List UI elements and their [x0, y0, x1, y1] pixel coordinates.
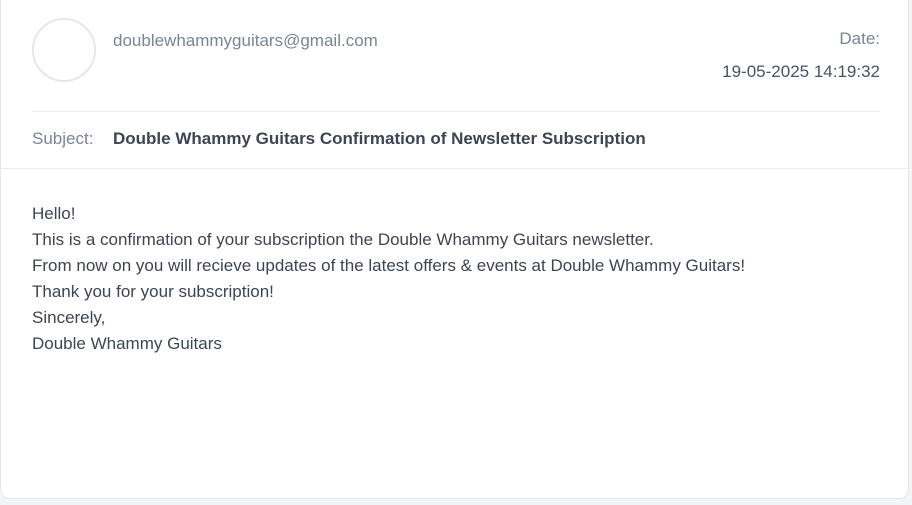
email-body: Hello! This is a confirmation of your su… — [32, 201, 880, 357]
body-line: This is a confirmation of your subscript… — [32, 230, 654, 249]
body-line: Double Whammy Guitars — [32, 334, 222, 353]
subject-label: Subject: — [32, 129, 94, 148]
sender-email[interactable]: doublewhammyguitars@gmail.com — [113, 31, 378, 51]
header-divider — [1, 168, 909, 169]
subject-row: Subject: Double Whammy Guitars Confirmat… — [32, 112, 880, 168]
date-label: Date: — [839, 29, 880, 48]
email-header: doublewhammyguitars@gmail.com Date: 19-0… — [32, 0, 880, 112]
email-view: doublewhammyguitars@gmail.com Date: 19-0… — [0, 0, 909, 499]
body-line: Hello! — [32, 204, 76, 223]
body-line: From now on you will recieve updates of … — [32, 256, 746, 275]
sender-avatar — [32, 18, 96, 82]
subject-text: Double Whammy Guitars Confirmation of Ne… — [113, 129, 646, 148]
date-value: 19-05-2025 14:19:32 — [722, 62, 880, 81]
body-line: Thank you for your subscription! — [32, 282, 274, 301]
body-line: Sincerely, — [32, 308, 106, 327]
